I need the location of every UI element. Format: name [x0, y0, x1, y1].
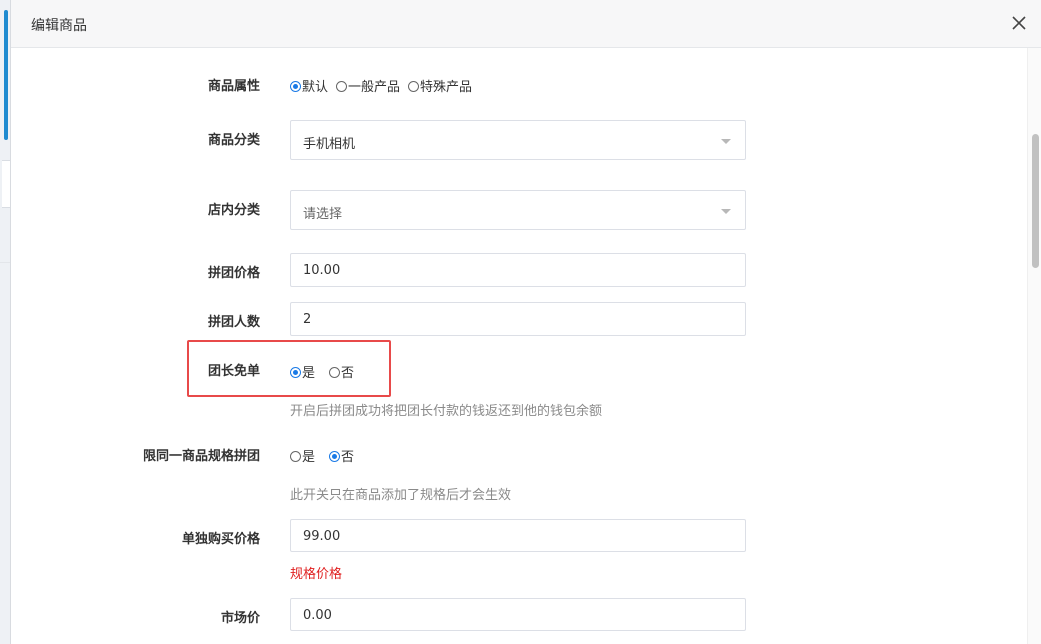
- radio-checked-icon[interactable]: [329, 451, 341, 462]
- shop-category-placeholder: 请选择: [303, 207, 343, 222]
- group-size-label: 拼团人数: [207, 315, 260, 330]
- close-button[interactable]: [1006, 10, 1032, 36]
- radio-label: 是: [302, 366, 316, 381]
- category-label: 商品分类: [207, 133, 260, 148]
- market-price-input[interactable]: 0.00: [290, 598, 746, 631]
- chevron-down-icon: [721, 209, 731, 214]
- category-select[interactable]: 手机相机: [290, 120, 746, 160]
- leader-free-option-yes[interactable]: 是: [290, 362, 315, 381]
- leader-free-label: 团长免单: [207, 364, 260, 379]
- group-size-value: 2: [303, 312, 312, 327]
- limit-spec-option-yes[interactable]: 是: [290, 446, 315, 465]
- limit-spec-radio-group: 是 否: [290, 446, 362, 465]
- limit-spec-label: 限同一商品规格拼团: [142, 449, 260, 464]
- single-price-input[interactable]: 99.00: [290, 519, 746, 552]
- market-price-label: 市场价: [220, 611, 260, 626]
- attribute-option-special[interactable]: 特殊产品: [408, 76, 472, 95]
- group-size-input[interactable]: 2: [290, 302, 746, 336]
- category-selected-value: 手机相机: [303, 137, 356, 152]
- radio-checked-icon[interactable]: [290, 367, 301, 378]
- background-divider: [0, 262, 10, 263]
- group-price-value: 10.00: [303, 263, 341, 278]
- modal-header: 编辑商品: [11, 0, 1041, 48]
- leader-free-option-no[interactable]: 否: [329, 362, 354, 381]
- radio-label: 否: [341, 450, 355, 465]
- radio-label: 是: [302, 450, 316, 465]
- edit-product-modal: 编辑商品 商品属性 默认 一般产品 特殊产品 商品分类 手机相机 店内分类 请选…: [10, 0, 1041, 644]
- radio-unchecked-icon[interactable]: [329, 367, 341, 378]
- radio-label: 特殊产品: [420, 80, 473, 95]
- radio-checked-icon[interactable]: [290, 81, 301, 92]
- limit-spec-help: 此开关只在商品添加了规格后才会生效: [290, 488, 512, 503]
- limit-spec-option-no[interactable]: 否: [329, 446, 354, 465]
- attribute-option-general[interactable]: 一般产品: [336, 76, 400, 95]
- scrollbar-thumb[interactable]: [1032, 134, 1039, 268]
- close-icon: [1012, 16, 1026, 30]
- shop-category-select[interactable]: 请选择: [290, 190, 746, 230]
- modal-body: 商品属性 默认 一般产品 特殊产品 商品分类 手机相机 店内分类 请选择 拼团价…: [11, 48, 1041, 644]
- radio-unchecked-icon[interactable]: [336, 81, 348, 92]
- shop-category-label: 店内分类: [207, 203, 260, 218]
- radio-label: 默认: [302, 80, 329, 95]
- single-price-label: 单独购买价格: [181, 532, 260, 547]
- market-price-value: 0.00: [303, 608, 332, 623]
- attribute-radio-group: 默认 一般产品 特殊产品: [290, 76, 480, 95]
- vertical-scrollbar[interactable]: [1027, 48, 1041, 644]
- background-accent-bar: [4, 10, 8, 140]
- radio-unchecked-icon[interactable]: [408, 81, 420, 92]
- single-price-note: 规格价格: [290, 567, 343, 582]
- radio-label: 一般产品: [348, 80, 401, 95]
- single-price-value: 99.00: [303, 529, 341, 544]
- attribute-option-default[interactable]: 默认: [290, 76, 328, 95]
- leader-free-radio-group: 是 否: [290, 362, 362, 381]
- group-price-label: 拼团价格: [207, 266, 260, 281]
- attribute-label: 商品属性: [207, 79, 260, 94]
- radio-unchecked-icon[interactable]: [290, 451, 301, 462]
- modal-title: 编辑商品: [31, 18, 87, 34]
- chevron-down-icon: [721, 139, 731, 144]
- radio-label: 否: [341, 366, 355, 381]
- group-price-input[interactable]: 10.00: [290, 253, 746, 287]
- leader-free-help: 开启后拼团成功将把团长付款的钱返还到他的钱包余额: [290, 404, 603, 419]
